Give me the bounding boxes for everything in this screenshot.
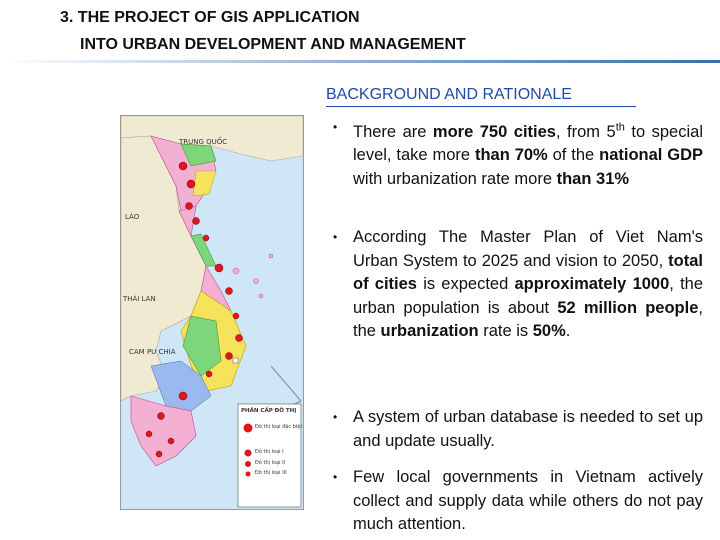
slide-title-line-2: INTO URBAN DEVELOPMENT AND MANAGEMENT (80, 36, 466, 53)
bullet-text-bold: approximately 1000 (514, 275, 670, 293)
bullet-text-run: of the (547, 146, 600, 164)
bullet-text-bold: 52 million people (557, 298, 699, 317)
city-marker (225, 287, 233, 295)
city-marker (145, 430, 153, 438)
bullet-text-run: . (565, 322, 571, 340)
city-marker (178, 391, 188, 401)
bullet-text-sup: th (615, 121, 625, 133)
city-marker (192, 217, 200, 225)
section-underline (326, 106, 636, 107)
city-marker (214, 263, 224, 273)
label-laos: LÀO (125, 213, 140, 221)
legend-title: PHÂN CẤP ĐÔ THỊ (241, 408, 297, 414)
bullet-text: A system of urban database is needed to … (353, 408, 703, 450)
bullet-text-run: Few local governments in Vietnam activel… (353, 468, 703, 533)
bullet-text-bold: 50% (532, 322, 566, 340)
bullet-text: Few local governments in Vietnam activel… (353, 468, 703, 533)
title-underline (0, 60, 720, 63)
vietnam-north-yellow (192, 170, 217, 197)
bullet-dot: • (333, 120, 338, 134)
legend-special: Đô thị loại đặc biệt (255, 424, 303, 430)
callout-line (270, 365, 302, 402)
city-marker (205, 370, 213, 378)
vietnam-urban-map: TRUNG QUỐC LÀO THÁI LAN CAM PU CHIA PHÂN… (120, 115, 304, 510)
bullet-text-run: rate is (478, 322, 533, 340)
bullet-item-3: • A system of urban database is needed t… (333, 406, 703, 453)
bullet-item-2: • According The Master Plan of Viet Nam'… (333, 226, 703, 344)
bullet-item-1: • There are more 750 cities, from 5th to… (333, 116, 703, 191)
island-marker (232, 357, 239, 364)
island (258, 293, 264, 299)
bullet-text-run: is expected (416, 275, 515, 293)
city-marker (235, 334, 243, 342)
legend-marker (243, 423, 253, 433)
legend-marker (245, 461, 251, 467)
city-marker (232, 312, 240, 320)
bullet-text-run: There are (353, 122, 433, 141)
city-marker (185, 202, 193, 210)
bullet-dot: • (333, 410, 338, 424)
city-marker (202, 234, 210, 242)
legend-type-1: Đô thị loại I (255, 449, 284, 455)
bullet-text: According The Master Plan of Viet Nam's … (353, 228, 703, 340)
legend-marker (245, 471, 251, 477)
label-thailand: THÁI LAN (123, 295, 156, 303)
city-marker (186, 179, 196, 189)
bullet-text-run: A system of urban database is needed to … (353, 408, 703, 450)
section-title: BACKGROUND AND RATIONALE (326, 86, 572, 103)
bullet-dot: • (333, 470, 338, 484)
bullet-text-run: with urbanization rate more (353, 169, 557, 188)
island (253, 278, 259, 284)
legend-type-3: Đô thị loại III (255, 470, 287, 476)
bullet-text-bold: national GDP (599, 146, 704, 164)
city-marker (155, 450, 163, 458)
label-cambodia: CAM PU CHIA (129, 348, 176, 356)
bullet-text-bold: urbanization (380, 322, 479, 340)
city-marker (178, 161, 188, 171)
bullet-text-bold: than 31% (556, 169, 630, 188)
island (232, 267, 240, 275)
bullet-dot: • (333, 230, 338, 244)
bullet-text: There are more 750 cities, from 5th to s… (353, 121, 704, 188)
city-marker (167, 437, 175, 445)
slide-title-line-1: 3. THE PROJECT OF GIS APPLICATION (60, 9, 360, 26)
city-marker (225, 352, 233, 360)
legend-marker (244, 449, 252, 457)
island (268, 253, 274, 259)
bullet-item-4: • Few local governments in Vietnam activ… (333, 466, 703, 537)
bullet-text-bold: than 70% (474, 146, 548, 164)
city-marker (157, 412, 165, 420)
legend-type-2: Đô thị loại II (255, 460, 286, 466)
bullet-text-bold: more 750 cities (432, 122, 556, 141)
bullet-text-run: According The Master Plan of Viet Nam's … (353, 228, 703, 270)
label-china: TRUNG QUỐC (179, 138, 228, 146)
bullet-text-run: , from 5 (555, 122, 616, 141)
